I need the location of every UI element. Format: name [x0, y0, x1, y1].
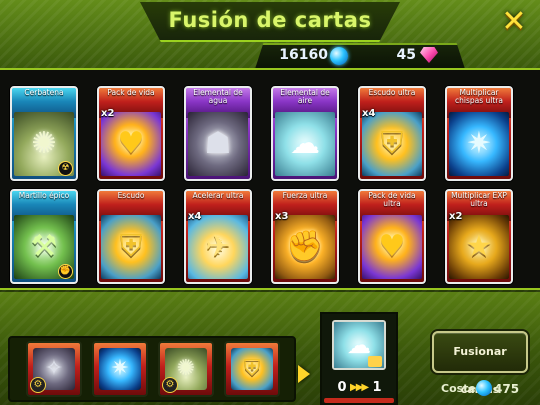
tray-slot-1[interactable]: ✧ ⚙	[26, 341, 82, 397]
heart-icon: ♥	[117, 126, 145, 161]
coin-stack-icon	[368, 356, 382, 367]
close-icon[interactable]: ✕	[498, 6, 530, 38]
heart-icon: ♥	[378, 229, 406, 264]
card-multiplicar-chispas-ultra[interactable]: ✷ Multiplicar chispas ultra	[445, 86, 513, 181]
card-art: ⛨	[101, 215, 161, 279]
level-progress-bar	[324, 398, 394, 403]
card-art: ✈	[188, 215, 248, 279]
card-elemental-de-aire[interactable]: ☁ Elemental de aire	[271, 86, 339, 181]
cost-value: 475	[494, 382, 520, 396]
card-pack-de-vida[interactable]: ♥ Pack de vida x2	[97, 86, 165, 181]
card-quantity: x3	[275, 211, 289, 222]
rock-golem-icon: ☗	[204, 126, 232, 161]
tray-slot-2[interactable]: ✷	[92, 341, 148, 397]
cost-label: Coste:	[441, 382, 481, 395]
card-cerbatena[interactable]: ✺ Cerbatena ☢	[10, 86, 78, 181]
card-quantity: x2	[449, 211, 463, 222]
card-elemental-de-agua[interactable]: ☗ Elemental de agua	[184, 86, 252, 181]
shield-icon: ⛨	[243, 356, 261, 381]
card-escudo-ultra[interactable]: ⛨ Escudo ultra x4	[358, 86, 426, 181]
card-art: ★	[449, 215, 509, 279]
level-to: 1	[372, 380, 382, 395]
card-quantity: x2	[101, 108, 115, 119]
card-escudo[interactable]: ⛨ Escudo	[97, 189, 165, 284]
card-quantity: x4	[362, 108, 376, 119]
card-type-badge-icon: ☢	[58, 161, 73, 176]
arrow-right-icon	[298, 365, 310, 383]
card-name: Escudo	[117, 191, 145, 200]
card-art: ☁	[275, 112, 335, 176]
tray-slot-3[interactable]: ✺ ⚙	[158, 341, 214, 397]
winged-boot-icon: ✈	[205, 229, 231, 264]
card-art: ♥	[362, 215, 422, 279]
slot-art: ⛨	[231, 348, 273, 390]
card-name: Elemental de agua	[193, 88, 243, 105]
card-art: ✷	[449, 112, 509, 176]
card-name: Multiplicar chispas ultra	[455, 88, 503, 105]
tray-slot-4[interactable]: ⛨	[224, 341, 280, 397]
gem-balance: 45	[396, 47, 416, 63]
gear-icon: ⚙	[162, 377, 178, 393]
card-art: ⛨	[362, 112, 422, 176]
level-arrows-icon: ▶▶▶	[350, 382, 369, 393]
card-type-badge-icon: ✊	[58, 264, 73, 279]
card-name: Cerbatena	[24, 88, 64, 97]
card-name: Pack de vida	[107, 88, 155, 97]
fist-icon: ✊	[286, 229, 324, 264]
card-martillo-epico[interactable]: ⚒ Martillo épico ✊	[10, 189, 78, 284]
card-fuerza-ultra[interactable]: ✊ Fuerza ultra x3	[271, 189, 339, 284]
shield-icon: ⛨	[380, 126, 404, 161]
coin-stack-icon: ★	[465, 229, 493, 264]
slot-art: ✷	[99, 348, 141, 390]
card-art: ☗	[188, 112, 248, 176]
card-grid: ✺ Cerbatena ☢ ♥ Pack de vida x2 ☗ Elemental d…	[6, 82, 534, 286]
card-acelerar-ultra[interactable]: ✈ Acelerar ultra x4	[184, 189, 252, 284]
card-quantity: x4	[188, 211, 202, 222]
coin-balance: 16160	[279, 47, 328, 63]
card-name: Elemental de aire	[280, 88, 330, 105]
page-title: Fusión de cartas	[168, 8, 372, 32]
card-pack-de-vida-ultra[interactable]: ♥ Pack de vida ultra	[358, 189, 426, 284]
card-art: ✊	[275, 215, 335, 279]
spark-icon: ✷	[110, 356, 130, 381]
blue-gem-icon	[330, 47, 348, 65]
card-name: Multiplicar EXP ultra	[451, 191, 507, 208]
card-art: ♥	[101, 112, 161, 176]
blue-gem-icon	[476, 380, 492, 396]
card-name: Pack de vida ultra	[368, 191, 416, 208]
card-name: Acelerar ultra	[192, 191, 244, 200]
card-multiplicar-exp-ultra[interactable]: ★ Multiplicar EXP ultra x2	[445, 189, 513, 284]
fusion-target-card: ☁	[332, 320, 386, 370]
shield-icon: ⛨	[119, 229, 143, 264]
spark-icon: ✷	[466, 126, 492, 161]
card-name: Escudo ultra	[368, 88, 416, 97]
card-name: Martillo épico	[18, 191, 70, 200]
gear-icon: ⚙	[30, 377, 46, 393]
fuse-cards-button[interactable]: Fusionar cartas	[432, 331, 528, 396]
level-from: 0	[337, 380, 347, 395]
card-name: Fuerza ultra	[282, 191, 328, 200]
cloud-icon: ☁	[290, 126, 320, 161]
